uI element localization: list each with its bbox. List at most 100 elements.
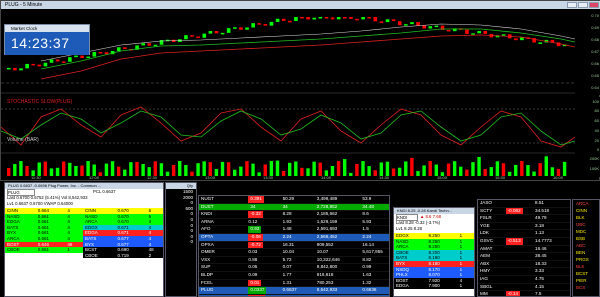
quote-row[interactable]: PLUG 0.0337 0.6637 8,542,933 0.6636	[199, 287, 389, 295]
volume-bar	[318, 162, 322, 176]
ticker-item[interactable]: CINN	[573, 207, 599, 214]
quote-sym: NUGT	[201, 196, 215, 201]
watchlist-sym: FSLR	[480, 215, 492, 221]
level2-kndi-window[interactable]: KNDI 8.25 -0.28 Kandi Techn... KNDI ▲ 8.…	[393, 207, 475, 297]
watchlist-row[interactable]: MM -0.14 7.5	[478, 291, 570, 297]
market-clock-window[interactable]: Market Clock 14:23:37	[4, 24, 90, 55]
price-candle	[349, 17, 353, 19]
book-row[interactable]: CBOE 0.661 1	[5, 247, 83, 253]
ticker-strip[interactable]: ARCA CINN BLK UBC MDC BSB ABC BEN PRGS BLK BCST PIE…	[572, 199, 600, 297]
price-candle	[428, 26, 433, 29]
ticker-item[interactable]: MDC	[573, 228, 599, 235]
volume-label: Volume (BAR)	[7, 137, 39, 143]
quote-d: 53.9	[362, 196, 372, 201]
volume-pane[interactable]	[1, 155, 575, 177]
volume-bar	[86, 161, 90, 176]
watchlist-row[interactable]: GSVC -0.513 14.7773	[478, 237, 570, 246]
quote-b: 16.31	[282, 241, 295, 247]
price-candle	[116, 47, 121, 52]
ticker-item[interactable]: BCST	[573, 270, 599, 277]
price-candle	[306, 17, 310, 20]
quote-row[interactable]: OMER 0.03 10.04 10.07 5,617,955	[199, 249, 389, 257]
ticker-item[interactable]: ABC	[573, 242, 599, 249]
quote-row[interactable]: FCEL 0.01 1.31 780,253 1.32	[199, 279, 389, 288]
volume-bar	[520, 161, 524, 176]
watchlist-row[interactable]: YGE 3.18	[478, 223, 570, 231]
watchlist-row[interactable]: FSLR 49.79	[478, 215, 570, 223]
close-icon[interactable]	[589, 2, 599, 8]
price-candle	[355, 18, 359, 21]
book-row[interactable]: EDGA 7.900 1	[394, 283, 474, 289]
maximize-icon[interactable]	[578, 2, 588, 8]
price-candle	[483, 31, 488, 34]
price-candle	[55, 59, 60, 62]
ticker-item[interactable]: BEN	[573, 249, 599, 256]
ticker-item[interactable]: PRGS	[573, 256, 599, 263]
volume-bar	[269, 161, 274, 176]
quote-row[interactable]: NUGT 0.391 50.29 3,499,489 53.9	[199, 196, 389, 204]
quote-row[interactable]: SUP 0.05 0.07 9,842,800 0.99	[199, 264, 389, 272]
quote-row[interactable]: OPXA -0.72 16.31 909,552 16.14	[199, 241, 389, 250]
volume-bar	[385, 161, 390, 176]
time-axis: 11:30 12:00 12:30 13:00 13:30 14:00 14:30 15:00…	[1, 175, 575, 181]
stochastic-pane[interactable]	[1, 97, 575, 155]
watchlist-b: 38.45	[535, 253, 547, 259]
volume-bar	[342, 159, 347, 176]
quote-d: 1.5	[362, 226, 369, 232]
price-candle	[373, 17, 378, 22]
watchlist-row[interactable]: SBGL 4.15	[478, 284, 570, 292]
quote-c: 2,728,852	[316, 203, 338, 209]
level2-plug-window[interactable]: PLUG 0.6637 -0.0696 Plug Power, Inc. - C…	[4, 182, 164, 297]
watchlist-row[interactable]: ABX 18.33	[478, 261, 570, 269]
quote-row[interactable]: AFO 0.93 1.48 2,591,693 1.5	[199, 226, 389, 234]
watchlist-row[interactable]: AMAT 16.46	[478, 246, 570, 254]
watchlist-row[interactable]: IAG 4.75	[478, 276, 570, 284]
book-row[interactable]: CBOE 0.719 2	[83, 252, 163, 259]
quote-row[interactable]: BLDP 0.09 1.77 916,618 1.63	[199, 271, 389, 280]
volume-bar	[410, 157, 414, 176]
ticker-item[interactable]: UBC	[573, 221, 599, 228]
kndi-symbol-input[interactable]: KNDI	[396, 214, 418, 221]
price-candle	[269, 21, 274, 26]
volume-bar	[275, 160, 280, 176]
watchlist-b: 34.518	[535, 207, 550, 213]
ticker-item[interactable]: ARCA	[573, 200, 599, 207]
watchlist-row[interactable]: LDK 1.13	[478, 230, 570, 238]
time-tick-label: 12:30	[147, 175, 158, 180]
quote-row[interactable]: KNDI -0.32 8.28 2,185,662 8.6	[199, 211, 389, 219]
quote-d: 8.82	[362, 256, 372, 262]
watchlist-row[interactable]: HMY 3.33	[478, 268, 570, 276]
ma-white-line	[40, 23, 575, 62]
quote-table[interactable]: NUGT 0.391 50.29 3,499,489 53.9 DUST 34 34 2,728…	[198, 195, 390, 297]
quote-a: 0.0337	[248, 287, 267, 294]
watchlist-row[interactable]: JASO 8.51	[478, 200, 570, 208]
ticker-item[interactable]: BLK	[573, 263, 599, 270]
symbol-input[interactable]: PLUG	[7, 189, 35, 196]
price-candle	[68, 57, 72, 62]
quote-row[interactable]: DUST 34 34 2,728,852 34.48	[199, 203, 389, 212]
price-candle	[397, 21, 402, 26]
kndi-bid-list[interactable]: EDGX 8.250 1 NASD 8.250 1 ARCA 8.250 1 CBOE 8.200 1…	[394, 233, 474, 289]
watchlist-b: 7.5	[535, 291, 542, 297]
pcl-label: PCL 0.6637	[93, 189, 116, 194]
watchlist-row[interactable]: SCTY -0.062 34.518	[478, 207, 570, 216]
quote-row[interactable]: OPTA -0.06 2.24 2,568,452 2.24	[199, 233, 389, 242]
watchlist-table[interactable]: JASO 8.51 SCTY -0.062 34.518 FSLR 49.79 YGE 3.18…	[477, 199, 571, 297]
ticker-item[interactable]: PIER	[573, 277, 599, 284]
bid-list[interactable]: CINN 0.664 4 NASD 0.661 4 EDGA 0.661 4 BATS 0.661 4…	[5, 208, 83, 253]
quote-row[interactable]: VSX 0.88 5.72 10,322,646 8.82	[199, 256, 389, 265]
ticker-item[interactable]: BSB	[573, 235, 599, 242]
minimize-icon[interactable]	[567, 2, 577, 8]
price-candle	[385, 19, 390, 23]
watchlist-sym: SBGL	[480, 283, 493, 289]
quote-b: 34	[282, 203, 288, 209]
volume-bar	[428, 161, 432, 176]
watchlist-row[interactable]: AEM 38.45	[478, 253, 570, 261]
chart-titlebar[interactable]: PLUG - 5 Minute	[1, 1, 600, 9]
ticker-item[interactable]: BLK	[573, 214, 599, 221]
quote-row[interactable]: ARNA 0.12 1.93 1,529,159 5.93	[199, 218, 389, 227]
ask-list[interactable]: CINN 0.670 6 NASD 0.670 5 ARCA 0.670 4 EDGX 0.671 4…	[83, 208, 163, 259]
ticker-item[interactable]: BCS	[573, 284, 599, 291]
quote-b: 0.6637	[282, 287, 297, 293]
quote-a: 0.01	[248, 279, 262, 287]
